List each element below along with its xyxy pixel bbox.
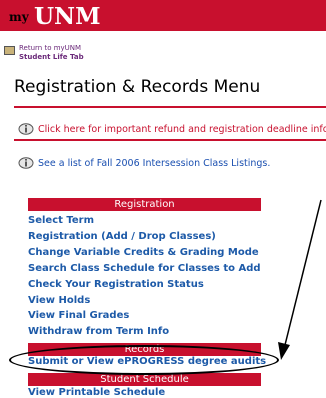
annotation-arrow xyxy=(278,199,322,360)
